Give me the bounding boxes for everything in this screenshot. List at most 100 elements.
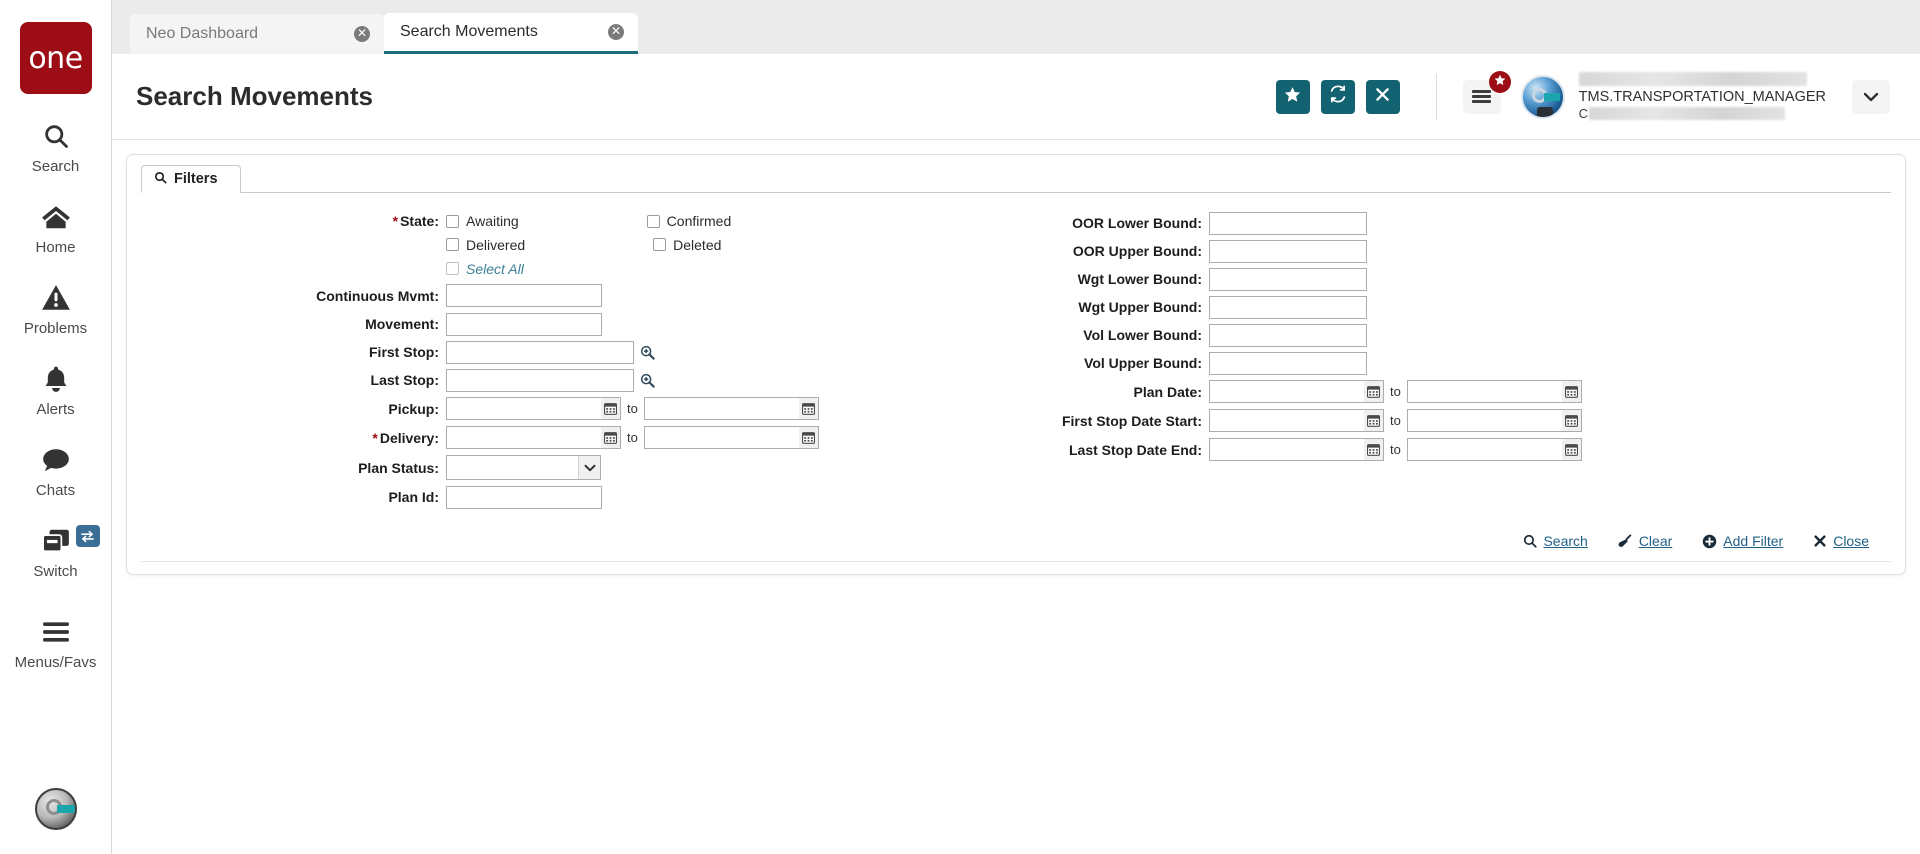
chevron-down-icon[interactable] [1852, 79, 1890, 114]
sidebar-item-switch[interactable]: Switch [0, 523, 112, 580]
hamburger-icon [1472, 100, 1492, 103]
close-icon[interactable]: ✕ [608, 24, 624, 40]
checkbox-delivered[interactable]: Delivered [446, 235, 525, 255]
checkbox-awaiting[interactable]: Awaiting [446, 211, 519, 231]
user-menu[interactable]: TMS.TRANSPORTATION_MANAGER C [1520, 72, 1890, 121]
menu-favorites-button[interactable] [1462, 70, 1511, 114]
sidebar-item-label: Problems [23, 320, 88, 337]
field-plan-date: Plan Date: to [841, 377, 1891, 406]
checkbox-label: Deleted [673, 236, 722, 253]
filters-panel: Filters * State: Awaiting Confirmed Deli… [126, 154, 1906, 575]
calendar-icon[interactable] [1364, 380, 1384, 403]
user-role-label: TMS.TRANSPORTATION_MANAGER [1578, 89, 1826, 105]
plan-status-select[interactable] [446, 455, 601, 480]
calendar-icon[interactable] [1561, 438, 1582, 461]
avatar[interactable] [34, 788, 77, 830]
last-stop-date-end-from-input[interactable] [1209, 438, 1364, 461]
calendar-icon[interactable] [601, 397, 621, 420]
delivery-to-input[interactable] [643, 426, 799, 449]
plan-date-from-input[interactable] [1209, 380, 1364, 403]
first-stop-date-start-to-input[interactable] [1406, 409, 1562, 432]
plan-date-to-input[interactable] [1406, 380, 1562, 403]
vol-upper-bound-input[interactable] [1209, 351, 1367, 375]
header-divider [1435, 73, 1437, 120]
sidebar-item-chats[interactable]: Chats [0, 442, 112, 499]
checkbox-box[interactable] [646, 214, 660, 228]
calendar-icon[interactable] [601, 426, 621, 449]
tab-search-movements[interactable]: Search Movements ✕ [384, 13, 638, 54]
delivery-from-input[interactable] [446, 426, 601, 449]
sidebar-item-alerts[interactable]: Alerts [0, 361, 112, 418]
wgt-upper-bound-input[interactable] [1209, 295, 1367, 319]
swap-arrows-icon[interactable] [75, 525, 100, 547]
sidebar-item-problems[interactable]: Problems [0, 280, 112, 337]
clear-action-link[interactable]: Clear [1618, 533, 1672, 549]
last-stop-input[interactable] [446, 368, 634, 392]
last-stop-date-end-to-input[interactable] [1406, 438, 1562, 461]
field-label-state: * State: [141, 213, 446, 229]
field-state-row3: Select All [141, 256, 841, 281]
sidebar-item-home[interactable]: Home [0, 199, 112, 256]
field-movement: Movement: [141, 310, 841, 338]
broom-icon [1618, 533, 1633, 549]
close-action-link[interactable]: Close [1813, 533, 1869, 549]
avatar-accent [56, 805, 75, 813]
field-label-wgt-upper-bound: Wgt Upper Bound: [1078, 299, 1202, 315]
calendar-icon[interactable] [798, 397, 819, 420]
add-filter-action-link[interactable]: Add Filter [1702, 533, 1783, 549]
checkbox-label: Confirmed [666, 213, 732, 229]
refresh-button[interactable] [1320, 79, 1355, 114]
hamburger-icon [1472, 90, 1492, 93]
checkbox-box[interactable] [446, 262, 459, 275]
calendar-icon[interactable] [1561, 380, 1582, 403]
range-separator: to [1390, 413, 1401, 428]
oor-upper-bound-input[interactable] [1209, 239, 1367, 263]
calendar-icon[interactable] [798, 426, 819, 449]
checkbox-select-all[interactable]: Select All [446, 259, 524, 279]
sidebar-item-menus-favs[interactable]: Menus/Favs [0, 614, 112, 671]
close-page-button[interactable] [1365, 79, 1400, 114]
tab-neo-dashboard[interactable]: Neo Dashboard ✕ [130, 14, 384, 54]
tab-filters[interactable]: Filters [141, 165, 241, 193]
checkbox-box[interactable] [446, 238, 459, 251]
favorite-button[interactable] [1275, 79, 1310, 114]
oor-lower-bound-input[interactable] [1209, 211, 1367, 235]
content-area: Filters * State: Awaiting Confirmed Deli… [112, 140, 1920, 854]
first-stop-date-start-from-input[interactable] [1209, 409, 1364, 432]
field-label-vol-upper-bound: Vol Upper Bound: [1084, 355, 1202, 371]
first-stop-input[interactable] [446, 340, 634, 364]
continuous-mvmt-input[interactable] [446, 284, 602, 307]
close-icon[interactable]: ✕ [354, 26, 370, 42]
field-vol-lower-bound: Vol Lower Bound: [841, 321, 1891, 349]
pickup-from-input[interactable] [446, 397, 601, 420]
browser-tab-strip: Neo Dashboard ✕ Search Movements ✕ [112, 0, 1920, 54]
sidebar-item-search[interactable]: Search [0, 118, 112, 175]
brand-logo[interactable]: one [19, 22, 92, 94]
checkbox-box[interactable] [446, 214, 459, 228]
field-label-movement: Movement: [365, 316, 439, 332]
star-icon [1494, 73, 1506, 91]
chevron-down-icon[interactable] [578, 456, 600, 479]
plan-id-input[interactable] [446, 485, 602, 509]
magnifier-plus-icon[interactable] [640, 345, 655, 360]
calendar-icon[interactable] [1561, 409, 1582, 432]
checkbox-label[interactable]: Select All [466, 261, 524, 277]
vol-lower-bound-input[interactable] [1209, 323, 1367, 347]
movement-input[interactable] [446, 312, 602, 336]
field-label-oor-lower-bound: OOR Lower Bound: [1072, 215, 1202, 231]
tab-label: Neo Dashboard [146, 25, 259, 42]
search-action-link[interactable]: Search [1523, 533, 1588, 549]
wgt-lower-bound-input[interactable] [1209, 267, 1367, 291]
calendar-icon[interactable] [1364, 438, 1384, 461]
pickup-to-input[interactable] [643, 397, 799, 420]
checkbox-box[interactable] [653, 238, 667, 251]
filters-tab-row: Filters [141, 165, 1891, 193]
calendar-icon[interactable] [1364, 409, 1384, 432]
magnifier-plus-icon[interactable] [640, 373, 655, 388]
field-continuous-mvmt: Continuous Mvmt: [141, 281, 841, 310]
checkbox-confirmed[interactable]: Confirmed [646, 211, 732, 231]
checkbox-deleted[interactable]: Deleted [653, 235, 721, 255]
user-org-prefix: C [1578, 106, 1589, 121]
filters-actions: Search Clear Add Filter Close [141, 511, 1891, 562]
field-wgt-lower-bound: Wgt Lower Bound: [841, 265, 1891, 293]
